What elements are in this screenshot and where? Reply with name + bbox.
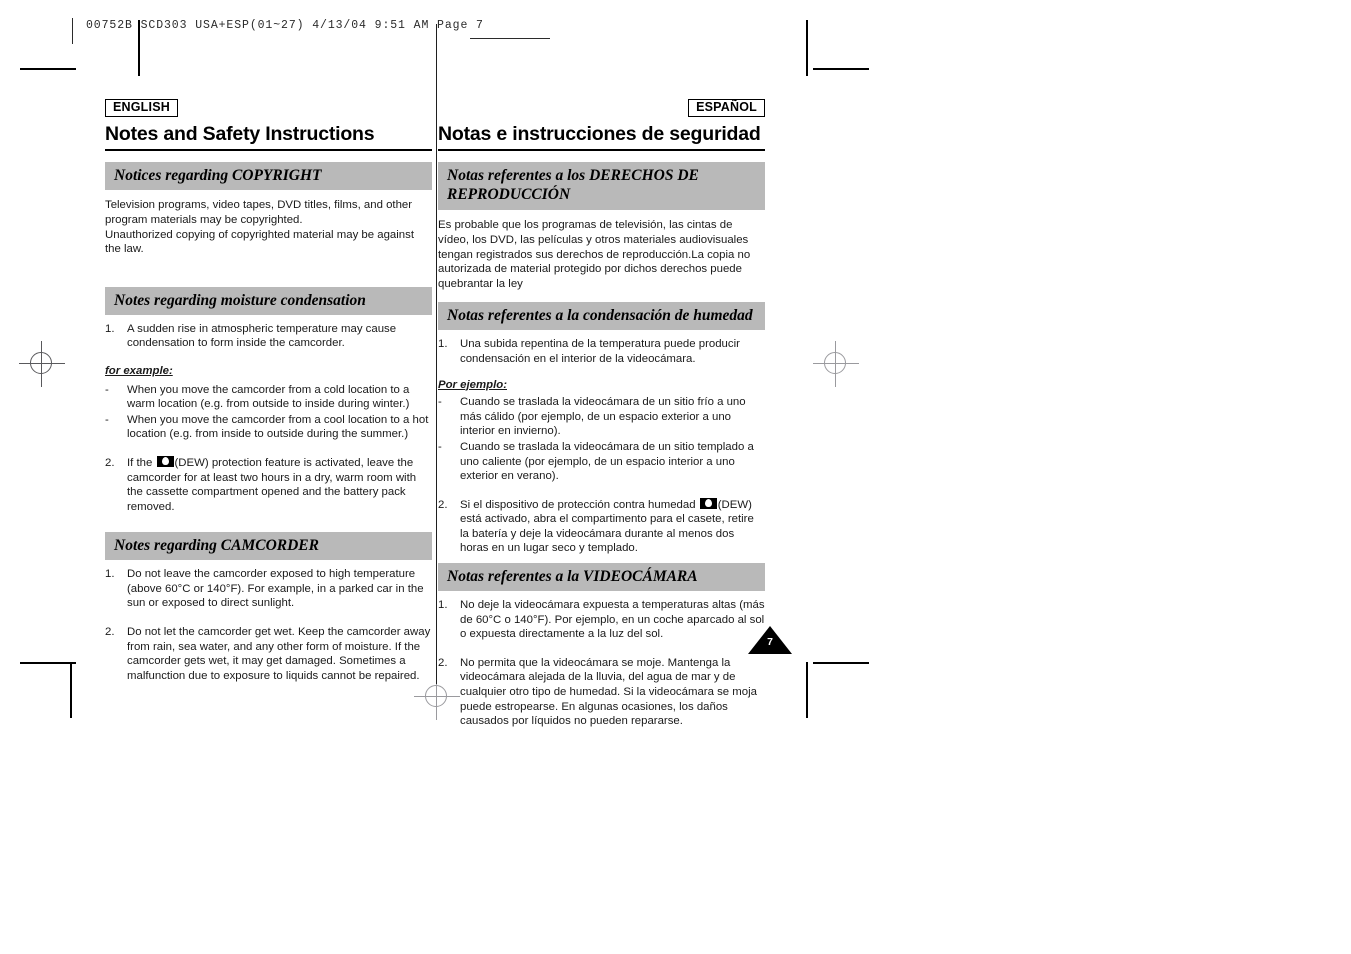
spanish-title-rule: [438, 149, 765, 152]
bullet-text: When you move the camcorder from a cool …: [127, 413, 429, 441]
section-body-camcorder-en: 1. Do not leave the camcorder exposed to…: [105, 567, 432, 683]
section-heading-condensation-es: Notas referentes a la condensación de hu…: [438, 302, 765, 331]
bullet-marker: -: [438, 440, 442, 453]
section-body-copyright-es: Es probable que los programas de televis…: [438, 218, 765, 291]
numbered-item: 2. Si el dispositivo de protección contr…: [438, 497, 765, 556]
crop-mark-bottom-left-vertical: [70, 662, 72, 718]
dew-icon: [699, 497, 717, 509]
bullet-item: - When you move the camcorder from a col…: [105, 383, 432, 412]
item-text: Una subida repentina de la temperatura p…: [460, 338, 740, 365]
running-header-text: 00752B SCD303 USA+ESP(01~27) 4/13/04 9:5…: [86, 19, 484, 32]
item-number: 1.: [105, 322, 115, 335]
item-text: If the (DEW) protection feature is activ…: [127, 455, 432, 514]
item-number: 1.: [105, 568, 115, 581]
dew-icon: [156, 455, 174, 467]
spanish-column: ESPAÑOL Notas e instrucciones de segurid…: [438, 98, 765, 729]
item-text: Si el dispositivo de protección contra h…: [460, 497, 765, 556]
bullet-item: - Cuando se traslada la videocámara de u…: [438, 440, 765, 484]
section-heading-copyright-en: Notices regarding COPYRIGHT: [105, 162, 432, 191]
numbered-item: 2. If the (DEW) protection feature is ac…: [105, 455, 432, 514]
spanish-page-title: Notas e instrucciones de seguridad: [438, 123, 761, 145]
bullet-marker: -: [438, 396, 442, 409]
printed-page: 00752B SCD303 USA+ESP(01~27) 4/13/04 9:5…: [0, 0, 1351, 954]
for-example-label-en: for example:: [105, 364, 173, 377]
page-number-badge: 7: [748, 626, 792, 654]
bullet-text: Cuando se traslada la videocámara de un …: [460, 440, 754, 483]
item-text-pre: If the: [127, 456, 156, 469]
bullet-item: - When you move the camcorder from a coo…: [105, 413, 432, 442]
item-text: No deje la videocámara expuesta a temper…: [460, 599, 765, 641]
paragraph: Unauthorized copying of copyrighted mate…: [105, 228, 414, 256]
crop-mark-bottom-right-vertical: [806, 662, 808, 718]
registration-mark-right: [813, 341, 859, 387]
section-body-camcorder-es: 1. No deje la videocámara expuesta a tem…: [438, 598, 765, 729]
item-text-pre: Si el dispositivo de protección contra h…: [460, 498, 699, 511]
numbered-item: 2. No permita que la videocámara se moje…: [438, 656, 765, 729]
item-text: Do not leave the camcorder exposed to hi…: [127, 568, 424, 610]
section-body-condensation-es: 1. Una subida repentina de la temperatur…: [438, 337, 765, 556]
item-number: 2.: [105, 456, 115, 469]
numbered-item: 1. No deje la videocámara expuesta a tem…: [438, 598, 765, 642]
page-number-text: 7: [767, 636, 773, 648]
item-number: 2.: [105, 626, 115, 639]
bullet-text: When you move the camcorder from a cold …: [127, 383, 410, 411]
crop-mark-top-left-horizontal: [20, 68, 76, 70]
english-title-rule: [105, 149, 432, 152]
for-example-label-es: Por ejemplo:: [438, 378, 507, 391]
crop-mark-bottom-right-horizontal: [813, 662, 869, 664]
section-body-copyright-en: Television programs, video tapes, DVD ti…: [105, 198, 432, 256]
language-badge-english: ENGLISH: [105, 99, 178, 117]
for-example-row: Por ejemplo:: [438, 367, 765, 393]
item-number: 1.: [438, 599, 448, 612]
running-header-rule: [72, 18, 74, 44]
bullet-marker: -: [105, 383, 109, 396]
english-page-title: Notes and Safety Instructions: [105, 123, 375, 145]
item-number: 2.: [438, 656, 448, 669]
for-example-row: for example:: [105, 351, 432, 379]
section-heading-camcorder-es: Notas referentes a la VIDEOCÁMARA: [438, 563, 765, 592]
numbered-item: 1. Una subida repentina de la temperatur…: [438, 337, 765, 366]
english-badge-row: ENGLISH: [105, 98, 432, 117]
registration-mark-left: [19, 341, 65, 387]
bullet-text: Cuando se traslada la videocámara de un …: [460, 396, 746, 438]
item-number: 1.: [438, 338, 448, 351]
numbered-item: 2. Do not let the camcorder get wet. Kee…: [105, 625, 432, 683]
bullet-marker: -: [105, 413, 109, 426]
section-heading-copyright-es: Notas referentes a los DERECHOS DE REPRO…: [438, 162, 765, 211]
crop-mark-bottom-left-horizontal: [20, 662, 76, 664]
item-text: Do not let the camcorder get wet. Keep t…: [127, 626, 431, 682]
spanish-badge-row: ESPAÑOL: [438, 98, 765, 117]
item-text: A sudden rise in atmospheric temperature…: [127, 322, 397, 350]
running-header-underline: [470, 38, 550, 39]
english-column: ENGLISH Notes and Safety Instructions No…: [105, 98, 432, 683]
item-number: 2.: [438, 498, 448, 511]
language-badge-spanish: ESPAÑOL: [688, 99, 765, 117]
running-header: 00752B SCD303 USA+ESP(01~27) 4/13/04 9:5…: [72, 18, 832, 44]
numbered-item: 1. A sudden rise in atmospheric temperat…: [105, 322, 432, 351]
numbered-item: 1. Do not leave the camcorder exposed to…: [105, 567, 432, 611]
section-heading-camcorder-en: Notes regarding CAMCORDER: [105, 532, 432, 561]
paragraph: Television programs, video tapes, DVD ti…: [105, 199, 413, 226]
section-heading-condensation-en: Notes regarding moisture condensation: [105, 286, 432, 315]
paragraph: Es probable que los programas de televis…: [438, 219, 751, 290]
bullet-item: - Cuando se traslada la videocámara de u…: [438, 395, 765, 439]
crop-mark-top-right-horizontal: [813, 68, 869, 70]
section-body-condensation-en: 1. A sudden rise in atmospheric temperat…: [105, 322, 432, 515]
item-text: No permita que la videocámara se moje. M…: [460, 656, 757, 728]
